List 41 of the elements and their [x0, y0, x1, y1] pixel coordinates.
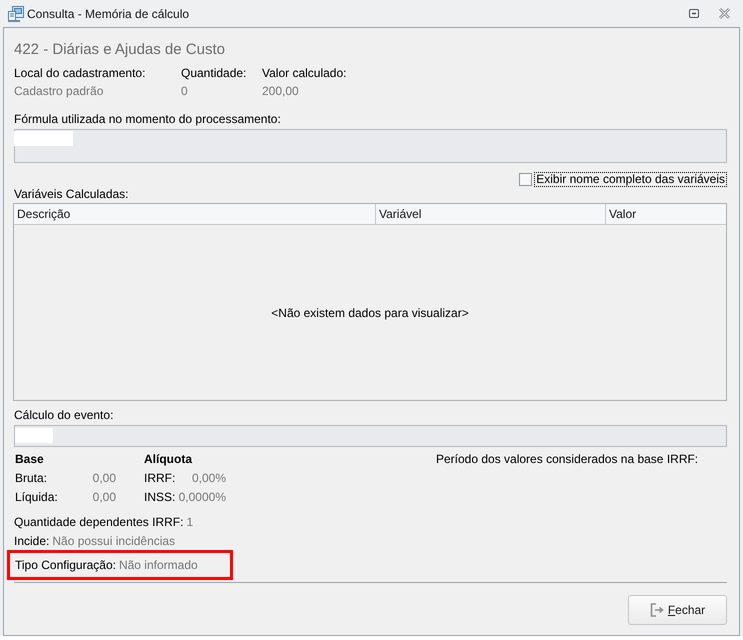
field-value: 0 [181, 84, 188, 99]
restore-icon[interactable] [689, 9, 699, 18]
empty-table-message: <Não existem dados para visualizar> [271, 304, 469, 322]
close-icon[interactable] [719, 8, 730, 19]
group-title: Base [15, 452, 44, 466]
redacted-block [14, 131, 73, 146]
document-icon [8, 6, 24, 22]
field-value: 0,0000% [178, 488, 226, 506]
section-label: Variáveis Calculadas: [14, 187, 128, 201]
field-label: INSS: [144, 488, 176, 506]
field-label: Valor calculado: [262, 66, 346, 81]
checkbox[interactable] [519, 173, 532, 186]
detail-label: Tipo Configuração: [15, 557, 116, 574]
detail-value: Não informado [118, 557, 198, 574]
section-label: Fórmula utilizada no momento do processamento: [14, 112, 281, 127]
field-value: 0,00% [192, 470, 226, 486]
field-label: IRRF: [144, 470, 176, 486]
field-value: Cadastro padrão [14, 84, 104, 99]
column-header[interactable]: Variável [376, 204, 606, 224]
redacted-block [15, 428, 53, 443]
field-value: 200,00 [262, 84, 299, 99]
detail-label: Incide: [14, 532, 50, 550]
field-value: 0,00 [92, 470, 116, 486]
exit-icon [650, 603, 664, 617]
section-label: Período dos valores considerados na base IRRF: [436, 452, 698, 466]
detail-value: Não possui incidências [52, 532, 176, 550]
detail-value: 1 [186, 514, 194, 530]
field-label: Local do cadastramento: [14, 66, 146, 81]
field-label: Bruta: [15, 470, 48, 486]
record-heading: 422 - Diárias e Ajudas de Custo [14, 41, 225, 59]
group-title: Alíquota [144, 452, 192, 466]
field-label: Líquida: [15, 488, 58, 506]
field-label: Quantidade: [181, 66, 246, 81]
detail-label: Quantidade dependentes IRRF: [14, 514, 184, 530]
checkbox-label[interactable]: Exibir nome completo das variáveis [534, 172, 727, 187]
field-value: 0,00 [92, 488, 116, 506]
column-header[interactable]: Valor [606, 204, 726, 224]
window-title: Consulta - Memória de cálculo [27, 6, 190, 22]
column-header[interactable]: Descrição [14, 204, 376, 224]
close-dialog-button[interactable]: Fechar [628, 595, 727, 625]
section-label: Cálculo do evento: [14, 408, 114, 422]
